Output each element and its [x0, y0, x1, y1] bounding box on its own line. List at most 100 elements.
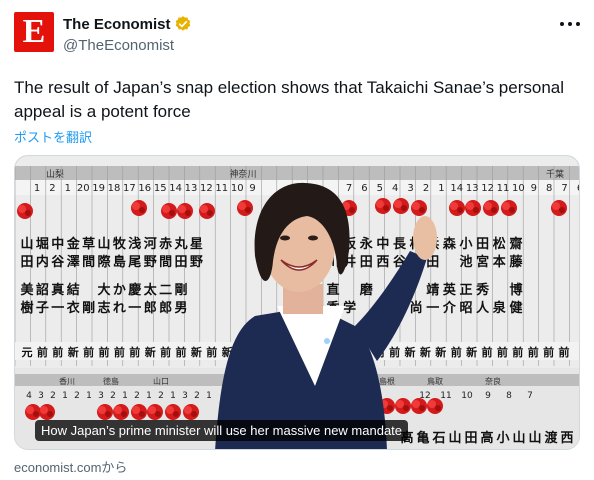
board-candidate-char: 樹	[20, 300, 33, 316]
board-number: 1	[438, 183, 444, 194]
board-candidate-char: 一	[426, 301, 439, 316]
board-region-label: 徳島	[103, 376, 119, 386]
rose-marker	[237, 200, 253, 216]
board-number: 14	[450, 183, 463, 194]
board-number: 13	[466, 183, 479, 194]
board-number: 12	[481, 183, 494, 194]
rose-marker	[177, 203, 193, 219]
board-number: 3	[98, 391, 104, 401]
board-number: 9	[485, 391, 491, 401]
board-candidate-char: 石	[431, 431, 445, 446]
rose-marker	[131, 200, 147, 216]
article-card[interactable]: 山梨 神奈川 千葉 1 2 1 20 19 18 17 16 15 14 13 12 11 10 9 7 6 5 4 3 2 1…	[14, 155, 580, 450]
board-status-char: 前	[512, 345, 523, 359]
board-status-char: 新	[420, 345, 431, 359]
board-status-char: 前	[176, 345, 187, 359]
board-number: 2	[134, 391, 140, 401]
board-candidate-char: 山	[97, 236, 110, 252]
more-dots-icon[interactable]	[560, 18, 580, 30]
board-candidate-char: か	[113, 283, 126, 298]
board-number: 11	[440, 391, 451, 401]
translate-post-link[interactable]: ポストを翻訳	[14, 127, 92, 146]
board-number: 6	[361, 183, 367, 194]
board-number: 8	[546, 183, 552, 194]
board-status-char: 新	[145, 345, 156, 359]
lapel-pin	[324, 338, 330, 344]
display-name[interactable]: The Economist	[63, 16, 171, 33]
board-candidate-char: 郎	[159, 300, 172, 316]
board-status-char: 前	[559, 345, 570, 359]
rose-marker	[427, 398, 443, 414]
board-candidate-char: 男	[174, 301, 187, 316]
board-candidate-char: 渡	[544, 430, 558, 446]
board-number: 5	[377, 183, 383, 194]
card-source-link[interactable]: economist.comから	[14, 457, 127, 476]
board-number: 16	[138, 183, 151, 194]
rose-marker	[161, 203, 177, 219]
board-candidate-char: 谷	[51, 254, 65, 270]
board-status-char: 前	[99, 345, 110, 359]
board-number: 9	[531, 183, 537, 194]
board-number: 11	[215, 183, 228, 194]
board-region-label: 島根	[379, 376, 395, 386]
board-candidate-char: 松	[493, 236, 506, 252]
board-candidate-char: 赤	[159, 236, 172, 252]
board-number: 1	[170, 391, 176, 401]
board-number: 1	[34, 183, 40, 194]
board-status-char: 新	[191, 345, 202, 359]
board-number: 1	[65, 183, 71, 194]
board-status-char: 新	[405, 345, 416, 359]
rose-marker	[395, 398, 411, 414]
board-candidate-char: 金	[66, 236, 81, 252]
card-caption: How Japan’s prime minister will use her …	[35, 420, 409, 441]
gold-verified-icon	[175, 16, 190, 31]
board-candidate-char: 真	[51, 282, 64, 298]
board-candidate-char: 丸	[173, 236, 188, 252]
board-number: 4	[26, 391, 32, 401]
avatar[interactable]: E	[14, 12, 54, 52]
board-number: 8	[506, 391, 512, 401]
board-number: 2	[423, 183, 429, 194]
board-candidate-char: 小	[460, 237, 473, 252]
board-number: 10	[461, 391, 473, 401]
board-status-char: 新	[68, 345, 79, 359]
avatar-letter: E	[22, 13, 46, 50]
board-candidate-char: 剛	[82, 301, 95, 316]
board-candidate-char: 永	[359, 236, 374, 252]
board-number: 18	[108, 183, 121, 194]
board-candidate-char: 磨	[360, 282, 373, 298]
board-number: 2	[74, 391, 80, 401]
board-number: 7	[527, 391, 533, 401]
rose-marker	[375, 198, 391, 214]
board-number: 2	[194, 391, 200, 401]
board-candidate-char: 靖	[426, 282, 439, 298]
board-number: 6	[577, 183, 580, 194]
board-region-label: 山口	[153, 376, 169, 386]
board-candidate-char: 齋	[508, 236, 522, 252]
board-candidate-char: 河	[144, 236, 157, 252]
board-candidate-char: 西	[560, 431, 573, 446]
tweet-header: E The Economist @TheEconomist	[0, 0, 594, 68]
board-candidate-char: 田	[464, 431, 477, 446]
board-candidate-char: 田	[476, 237, 489, 252]
author-handle[interactable]: @TheEconomist	[63, 37, 174, 54]
board-status-char: 前	[160, 345, 171, 359]
board-status-char: 前	[528, 345, 539, 359]
board-candidate-char: 本	[493, 254, 506, 270]
board-status-char: 新	[435, 345, 446, 359]
board-number: 2	[110, 391, 116, 401]
board-candidate-char: 堀	[36, 237, 49, 252]
board-number: 19	[92, 183, 105, 194]
author-name-row[interactable]: The Economist	[63, 15, 192, 33]
rose-marker	[25, 404, 41, 420]
board-candidate-char: 間	[159, 255, 172, 270]
rose-marker	[183, 404, 199, 420]
board-candidate-char: 田	[174, 255, 187, 270]
article-photo: 山梨 神奈川 千葉1 2 1 20 19 18 17 16 15 14 13 12 11 10 9 7 6 5 4 3 2 1…	[15, 156, 580, 449]
tweet-text: The result of Japan’s snap election show…	[14, 78, 565, 121]
board-number: 4	[392, 183, 398, 194]
rose-marker	[483, 200, 499, 216]
board-candidate-char: 志	[97, 300, 110, 316]
board-number: 10	[512, 183, 525, 194]
board-candidate-char: 浅	[128, 236, 141, 252]
